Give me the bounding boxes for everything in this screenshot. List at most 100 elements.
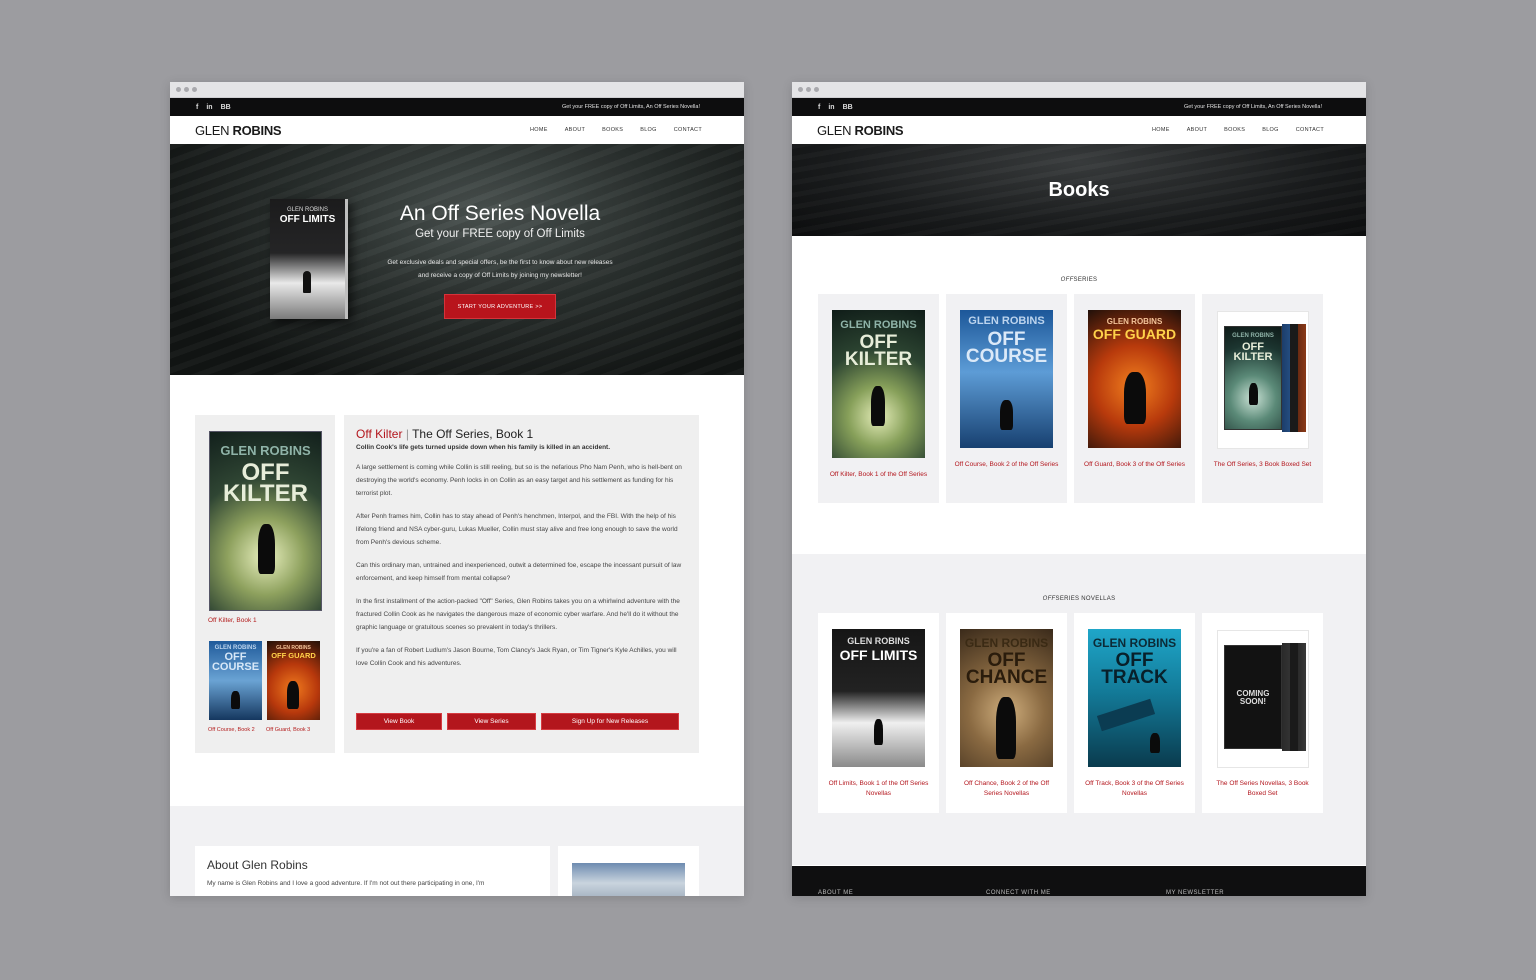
book-caption[interactable]: The Off Series, 3 Book Boxed Set [1210, 460, 1315, 470]
off-track-cover[interactable]: GLEN ROBINS OFF TRACK [1088, 629, 1181, 767]
page-title: Books [1048, 178, 1110, 201]
hero-subtitle: Get your FREE copy of Off Limits [415, 228, 585, 240]
nav-contact[interactable]: CONTACT [1296, 127, 1324, 133]
site-logo[interactable]: GLEN ROBINS [817, 123, 904, 138]
nav-books[interactable]: BOOKS [1224, 127, 1245, 133]
section-label: OFFSERIES NOVELLAS [792, 596, 1366, 602]
boxed-set-spines [1282, 643, 1306, 751]
nav-home[interactable]: HOME [1152, 127, 1170, 133]
linkedin-icon[interactable]: in [206, 104, 212, 111]
window-maximize-dot[interactable] [192, 87, 197, 92]
logo-first-name: GLEN [195, 122, 230, 138]
about-photo [572, 863, 685, 896]
book-caption[interactable]: Off Kilter, Book 1 of the Off Series [826, 470, 931, 480]
nav-about[interactable]: ABOUT [1187, 127, 1207, 133]
book-tagline: Collin Cook's life gets turned upside do… [356, 444, 611, 451]
window-minimize-dot[interactable] [184, 87, 189, 92]
nav-blog[interactable]: BLOG [640, 127, 656, 133]
nav-blog[interactable]: BLOG [1262, 127, 1278, 133]
nav-about[interactable]: ABOUT [565, 127, 585, 133]
book-action-buttons: View Book View Series Sign Up for New Re… [356, 713, 679, 730]
about-section: About Glen Robins My name is Glen Robins… [170, 806, 744, 896]
book-card[interactable]: GLEN ROBINS OFF CHANCE Off Chance, Book … [946, 613, 1067, 813]
view-book-button[interactable]: View Book [356, 713, 442, 730]
promo-message[interactable]: Get your FREE copy of Off Limits, An Off… [562, 104, 700, 110]
cover-author: GLEN ROBINS [220, 443, 311, 458]
browser-chrome [170, 82, 744, 98]
linkedin-icon[interactable]: in [828, 104, 834, 111]
description-paragraph: A large settlement is coming while Colli… [356, 464, 682, 497]
featured-book-section: GLEN ROBINS OFF KILTER Off Kilter, Book … [170, 375, 744, 806]
window-minimize-dot[interactable] [806, 87, 811, 92]
promo-message[interactable]: Get your FREE copy of Off Limits, An Off… [1184, 104, 1322, 110]
silhouette-figure [996, 697, 1016, 759]
section-label-rest: SERIES NOVELLAS [1055, 596, 1116, 602]
nav-contact[interactable]: CONTACT [674, 127, 702, 133]
off-guard-cover[interactable]: GLEN ROBINS OFF GUARD [267, 641, 320, 720]
book-card[interactable]: GLEN ROBINS OFF KILTER Off Kilter, Book … [818, 294, 939, 503]
section-label-italic: OFF [1042, 596, 1056, 602]
boxed-set-image[interactable]: COMING SOON! [1217, 630, 1309, 768]
book-caption[interactable]: Off Chance, Book 2 of the Off Series Nov… [954, 779, 1059, 799]
book-card[interactable]: GLEN ROBINS OFF TRACK Off Track, Book 3 … [1074, 613, 1195, 813]
book-title[interactable]: Off Kilter [356, 427, 402, 441]
book-caption[interactable]: Off Limits, Book 1 of the Off Series Nov… [826, 779, 931, 799]
book-card[interactable]: GLEN ROBINS OFF GUARD Off Guard, Book 3 … [1074, 294, 1195, 503]
facebook-icon[interactable]: f [196, 104, 198, 111]
hero-book-author: GLEN ROBINS [286, 207, 328, 213]
off-series-novellas-section: OFFSERIES NOVELLAS GLEN ROBINS OFF LIMIT… [792, 554, 1366, 865]
about-title: About Glen Robins [207, 858, 308, 872]
boxed-set-front: GLEN ROBINS OFF KILTER [1224, 326, 1282, 430]
off-kilter-cover[interactable]: GLEN ROBINS OFF KILTER [832, 310, 925, 458]
nav-home[interactable]: HOME [530, 127, 548, 133]
book-heading: Off Kilter | The Off Series, Book 1 [356, 427, 687, 441]
silhouette-figure [303, 271, 311, 293]
boxed-set-front: COMING SOON! [1224, 645, 1282, 749]
off-course-cover[interactable]: GLEN ROBINS OFF COURSE [960, 310, 1053, 448]
start-adventure-button[interactable]: START YOUR ADVENTURE >> [444, 294, 556, 319]
cover-author: GLEN ROBINS [968, 315, 1045, 327]
footer-heading: MY NEWSLETTER [1166, 890, 1225, 896]
cover-author: GLEN ROBINS [840, 319, 917, 331]
window-maximize-dot[interactable] [814, 87, 819, 92]
cover-title: OFF GUARD [1092, 326, 1177, 342]
window-close-dot[interactable] [798, 87, 803, 92]
off-kilter-cover[interactable]: GLEN ROBINS OFF KILTER [209, 431, 322, 611]
silhouette-figure [874, 719, 883, 745]
book-caption[interactable]: Off Course, Book 2 of the Off Series [954, 460, 1059, 470]
section-label-rest: SERIES [1073, 277, 1098, 283]
silhouette-figure [1150, 733, 1160, 753]
off-course-cover[interactable]: GLEN ROBINS OFF COURSE [209, 641, 262, 720]
goodreads-icon[interactable]: BB [843, 104, 853, 111]
site-logo[interactable]: GLEN ROBINS [195, 122, 282, 138]
facebook-icon[interactable]: f [818, 104, 820, 111]
description-paragraph: Can this ordinary man, untrained and ine… [356, 562, 682, 582]
view-series-button[interactable]: View Series [447, 713, 536, 730]
site-header: GLEN ROBINS HOME ABOUT BOOKS BLOG CONTAC… [792, 116, 1366, 144]
book-card[interactable]: GLEN ROBINS OFF LIMITS Off Limits, Book … [818, 613, 939, 813]
off-kilter-link[interactable]: Off Kilter, Book 1 [208, 617, 257, 624]
footer-heading: ABOUT ME [818, 890, 854, 896]
signup-new-releases-button[interactable]: Sign Up for New Releases [541, 713, 679, 730]
main-nav: HOME ABOUT BOOKS BLOG CONTACT [530, 127, 702, 133]
window-close-dot[interactable] [176, 87, 181, 92]
cover-author: GLEN ROBINS [1092, 636, 1177, 650]
boxed-set-image[interactable]: GLEN ROBINS OFF KILTER [1217, 311, 1309, 449]
cover-title: OFF KILTER [223, 459, 308, 508]
book-caption[interactable]: Off Guard, Book 3 of the Off Series [1082, 460, 1187, 470]
description-paragraph: After Penh frames him, Collin has to sta… [356, 513, 678, 546]
off-course-link[interactable]: Off Course, Book 2 [208, 727, 255, 733]
book-card[interactable]: GLEN ROBINS OFF KILTER The Off Series, 3… [1202, 294, 1323, 503]
off-chance-cover[interactable]: GLEN ROBINS OFF CHANCE [960, 629, 1053, 767]
book-caption[interactable]: The Off Series Novellas, 3 Book Boxed Se… [1210, 779, 1315, 799]
hero-banner: GLEN ROBINS OFF LIMITS An Off Series Nov… [170, 144, 744, 375]
book-card[interactable]: COMING SOON! The Off Series Novellas, 3 … [1202, 613, 1323, 813]
book-card[interactable]: GLEN ROBINS OFF COURSE Off Course, Book … [946, 294, 1067, 503]
book-caption[interactable]: Off Track, Book 3 of the Off Series Nove… [1082, 779, 1187, 799]
off-guard-cover[interactable]: GLEN ROBINS OFF GUARD [1088, 310, 1181, 448]
goodreads-icon[interactable]: BB [221, 104, 231, 111]
silhouette-figure [1249, 383, 1258, 405]
nav-books[interactable]: BOOKS [602, 127, 623, 133]
off-guard-link[interactable]: Off Guard, Book 3 [266, 727, 310, 733]
off-limits-cover[interactable]: GLEN ROBINS OFF LIMITS [832, 629, 925, 767]
